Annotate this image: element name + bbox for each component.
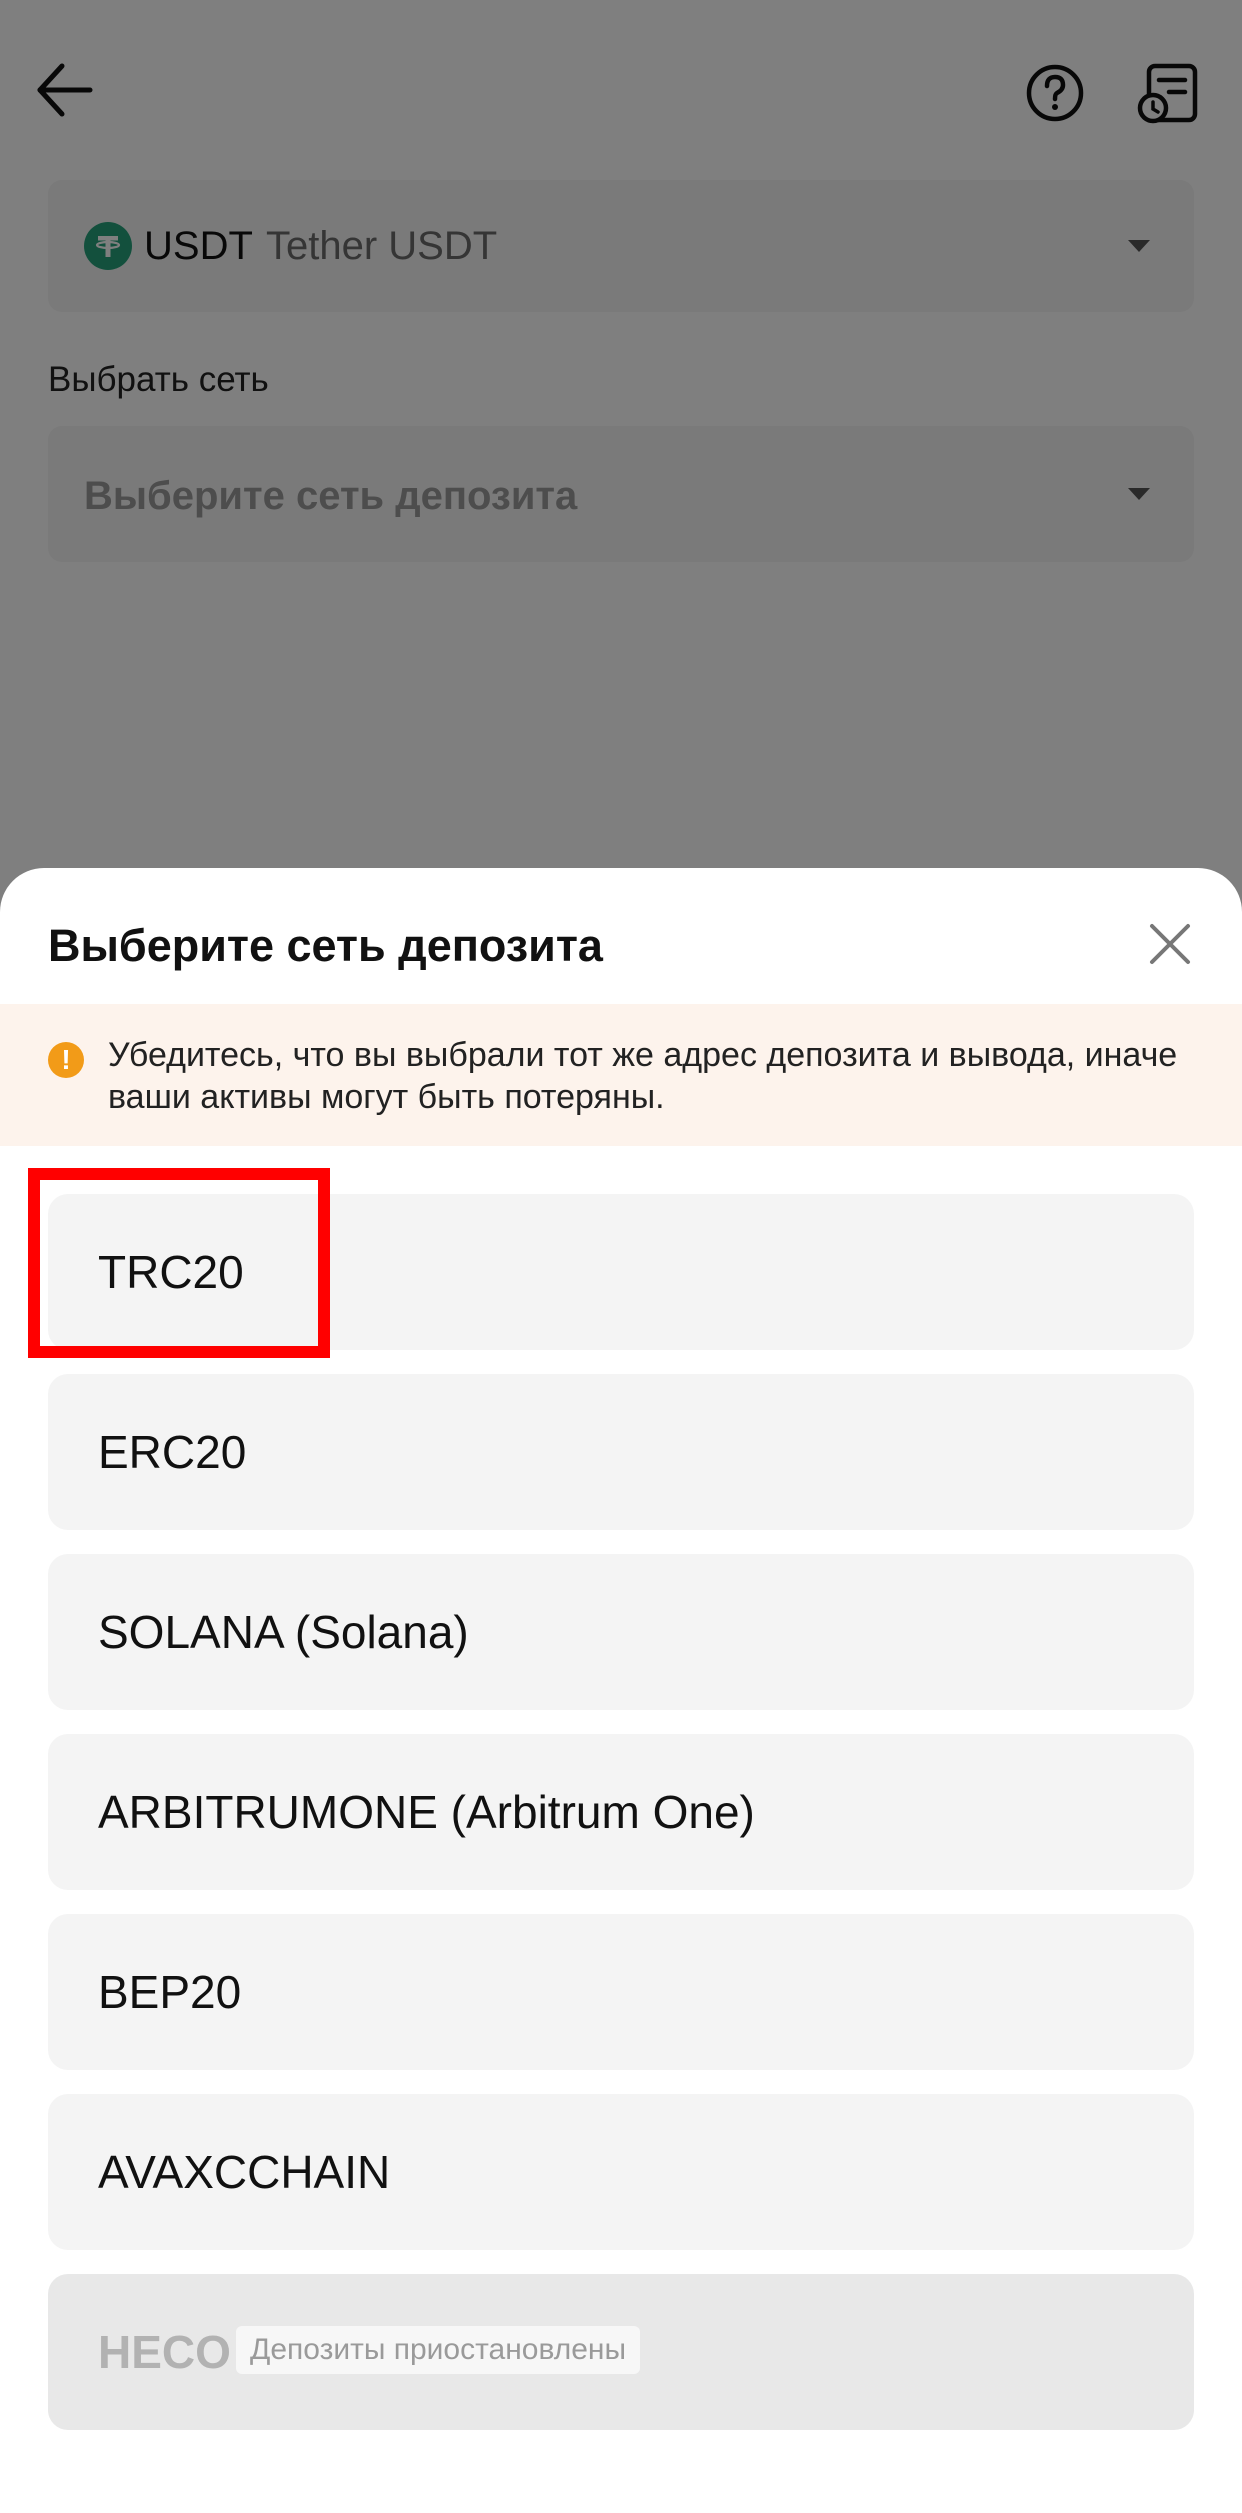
- network-label: HECO: [98, 2326, 231, 2378]
- network-label: AVAXCCHAIN: [98, 2146, 391, 2198]
- network-option-arbitrumone[interactable]: ARBITRUMONE (Arbitrum One): [48, 1734, 1194, 1890]
- deposit-page: USDT Tether USDT Выбрать сеть Выберите с…: [0, 0, 1242, 2513]
- warning-icon: !: [48, 1042, 84, 1078]
- network-option-heco: HECO Депозиты приостановлены: [48, 2274, 1194, 2430]
- network-label: ARBITRUMONE (Arbitrum One): [98, 1786, 755, 1838]
- network-list: TRC20 ERC20 SOLANA (Solana) ARBITRUMONE …: [48, 1194, 1194, 2454]
- status-badge: Депозиты приостановлены: [236, 2326, 641, 2374]
- network-label: BEP20: [98, 1966, 242, 2018]
- network-bottom-sheet: Выберите сеть депозита ! Убедитесь, что …: [0, 868, 1242, 2513]
- close-button[interactable]: [1140, 914, 1200, 974]
- network-label: ERC20: [98, 1426, 247, 1478]
- network-option-trc20[interactable]: TRC20: [48, 1194, 1194, 1350]
- network-label: SOLANA (Solana): [98, 1606, 469, 1658]
- warning-banner: ! Убедитесь, что вы выбрали тот же адрес…: [0, 1004, 1242, 1146]
- close-icon: [1150, 924, 1190, 964]
- network-option-erc20[interactable]: ERC20: [48, 1374, 1194, 1530]
- warning-text: Убедитесь, что вы выбрали тот же адрес д…: [108, 1036, 1178, 1116]
- network-option-bep20[interactable]: BEP20: [48, 1914, 1194, 2070]
- network-label: TRC20: [98, 1246, 244, 1298]
- network-option-avaxcchain[interactable]: AVAXCCHAIN: [48, 2094, 1194, 2250]
- sheet-title: Выберите сеть депозита: [48, 920, 603, 971]
- network-option-solana[interactable]: SOLANA (Solana): [48, 1554, 1194, 1710]
